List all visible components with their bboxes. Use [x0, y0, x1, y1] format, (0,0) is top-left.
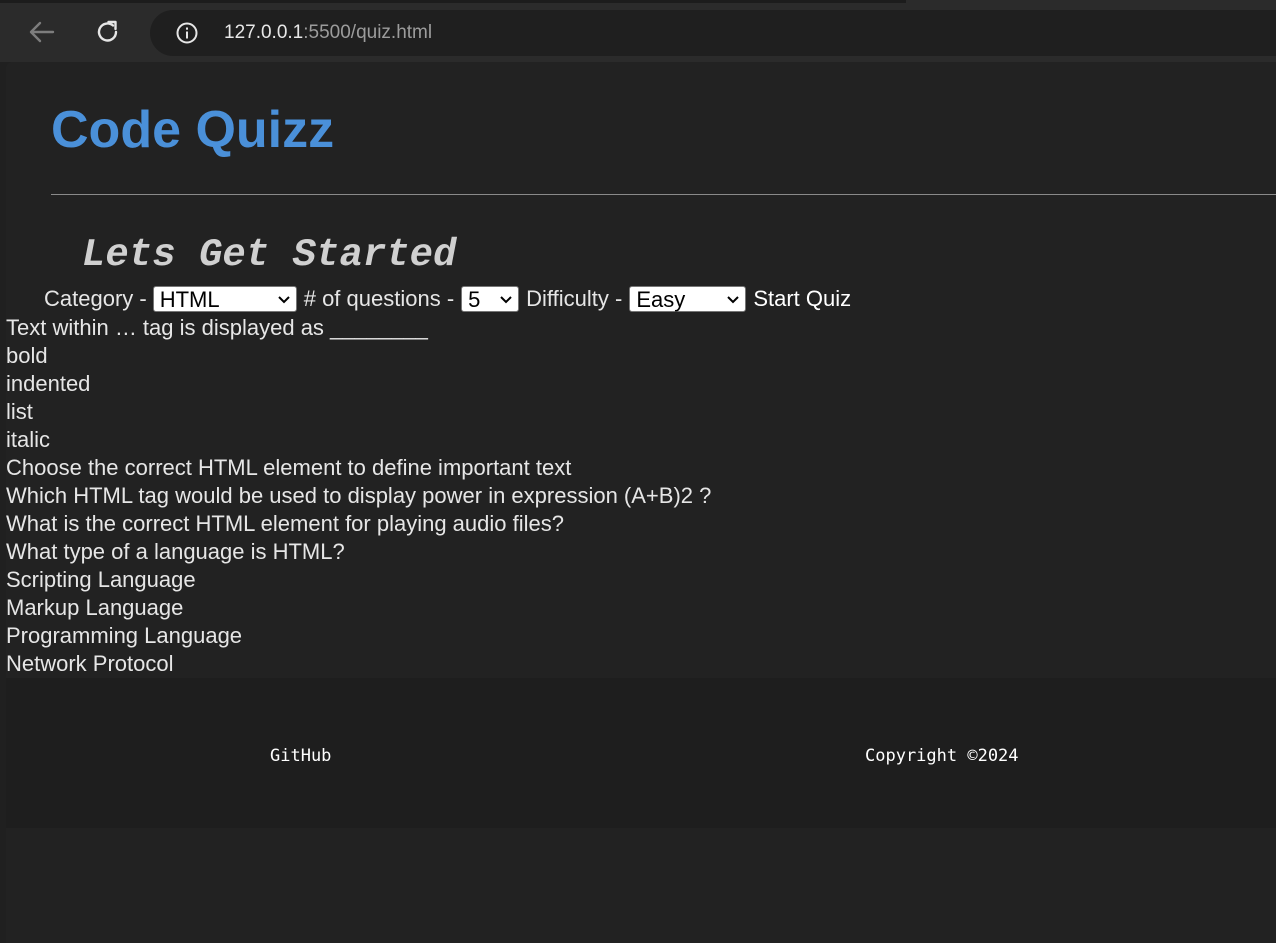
back-button[interactable]	[26, 16, 58, 48]
quiz-controls: Category - HTML # of questions - 5 Diffi…	[44, 284, 851, 314]
question-text: What type of a language is HTML?	[6, 539, 345, 564]
start-quiz-button[interactable]: Start Quiz	[753, 286, 851, 312]
difficulty-label: Difficulty -	[526, 286, 623, 311]
category-select[interactable]: HTML	[152, 286, 297, 312]
chevron-down-icon	[278, 296, 290, 304]
url-path: :5500/quiz.html	[303, 22, 433, 43]
address-bar[interactable]: 127.0.0.1:5500/quiz.html	[150, 10, 1276, 56]
reload-icon	[97, 20, 118, 42]
question-text: What is the correct HTML element for pla…	[6, 511, 564, 536]
question-count-label: # of questions -	[303, 286, 455, 311]
question-count-value: 5	[468, 287, 481, 312]
page-subtitle: Lets Get Started	[82, 233, 457, 277]
url-host: 127.0.0.1	[224, 22, 304, 43]
category-value: HTML	[159, 287, 220, 312]
answer-option[interactable]: italic	[6, 426, 1276, 454]
difficulty-select[interactable]: Easy	[629, 286, 747, 312]
answer-option[interactable]: Programming Language	[6, 622, 1276, 650]
question-text: Choose the correct HTML element to defin…	[6, 455, 572, 480]
copyright-text: Copyright ©2024	[865, 746, 1019, 766]
header-divider	[51, 194, 1276, 195]
answer-option[interactable]: list	[6, 398, 1276, 426]
url-text[interactable]: 127.0.0.1:5500/quiz.html	[224, 22, 432, 44]
info-icon[interactable]	[176, 22, 198, 44]
tab-strip	[0, 0, 906, 3]
reload-button[interactable]	[92, 16, 124, 48]
answer-option[interactable]: Scripting Language	[6, 566, 1276, 594]
chevron-down-icon	[500, 296, 512, 304]
github-link[interactable]: GitHub	[270, 746, 331, 766]
answer-option[interactable]: Network Protocol	[6, 650, 1276, 678]
site-title: Code Quizz	[51, 101, 335, 159]
difficulty-value: Easy	[636, 287, 686, 312]
question-text: Which HTML tag would be used to display …	[6, 483, 712, 508]
page-footer: GitHub Copyright ©2024	[6, 678, 1276, 828]
category-label: Category -	[44, 286, 147, 311]
question-count-select[interactable]: 5	[461, 286, 520, 312]
answer-option[interactable]: indented	[6, 370, 1276, 398]
answer-option[interactable]: Markup Language	[6, 594, 1276, 622]
answer-option[interactable]: bold	[6, 342, 1276, 370]
back-arrow-icon	[29, 21, 55, 43]
browser-toolbar: 127.0.0.1:5500/quiz.html	[0, 0, 1276, 62]
quiz-list: Text within … tag is displayed as ______…	[6, 314, 1276, 678]
chevron-down-icon	[727, 296, 740, 304]
page-viewport: Code Quizz Lets Get Started Category - H…	[6, 62, 1276, 943]
question-text: Text within … tag is displayed as ______…	[6, 315, 428, 340]
